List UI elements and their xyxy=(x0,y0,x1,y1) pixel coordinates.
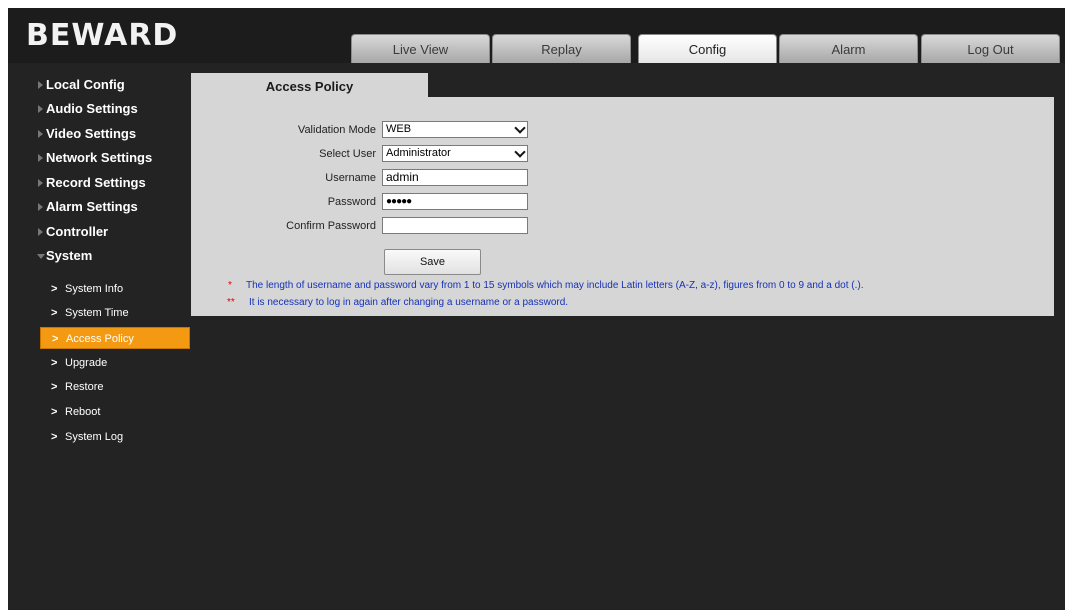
expanded-arrow-icon xyxy=(37,254,45,259)
chevron-down-icon xyxy=(514,146,526,158)
confirm-password-label: Confirm Password xyxy=(286,220,376,232)
sidebar-item-controller[interactable]: Controller xyxy=(8,220,190,244)
sidebar-subitem-label: Access Policy xyxy=(66,333,134,345)
chevron-right-icon: > xyxy=(51,357,58,369)
sidebar-subitem-reboot[interactable]: > Reboot xyxy=(40,401,190,423)
chevron-right-icon: > xyxy=(51,431,58,443)
sidebar-item-label: Controller xyxy=(46,224,109,239)
select-user-select[interactable]: Administrator xyxy=(382,145,528,162)
select-user-value: Administrator xyxy=(386,147,451,159)
note-mark: * xyxy=(228,280,232,291)
sidebar-subitem-label: Upgrade xyxy=(65,357,108,369)
password-input[interactable]: ●●●●● xyxy=(382,193,528,210)
password-label: Password xyxy=(327,196,376,208)
note-text: It is necessary to log in again after ch… xyxy=(249,297,569,308)
chevron-down-icon xyxy=(514,122,526,134)
validation-mode-row: Validation Mode WEB xyxy=(191,120,1054,140)
sidebar-item-video-settings[interactable]: Video Settings xyxy=(8,122,190,146)
confirm-password-row: Confirm Password xyxy=(191,216,1054,236)
chevron-right-icon: > xyxy=(51,381,58,393)
tab-log-out[interactable]: Log Out xyxy=(921,34,1060,63)
validation-mode-select[interactable]: WEB xyxy=(382,121,528,138)
tab-alarm[interactable]: Alarm xyxy=(779,34,918,63)
username-label: Username xyxy=(325,172,376,184)
chevron-right-icon: > xyxy=(51,283,58,295)
sidebar-item-label: Record Settings xyxy=(46,175,146,190)
sidebar-item-record-settings[interactable]: Record Settings xyxy=(8,171,190,195)
sidebar-subitem-access-policy[interactable]: > Access Policy xyxy=(40,327,190,349)
sidebar-item-network-settings[interactable]: Network Settings xyxy=(8,146,190,170)
collapsed-arrow-icon xyxy=(38,154,43,162)
chevron-right-icon: > xyxy=(52,333,59,345)
sidebar-item-label: Network Settings xyxy=(46,150,153,165)
sidebar-item-label: System xyxy=(46,248,93,263)
sidebar-subitem-label: System Info xyxy=(65,283,124,295)
validation-mode-value: WEB xyxy=(386,123,412,135)
sidebar-subitem-label: Reboot xyxy=(65,406,101,418)
tab-replay[interactable]: Replay xyxy=(492,34,631,63)
access-policy-panel: Validation Mode WEB Select User Administ… xyxy=(191,97,1054,316)
note-mark: ** xyxy=(227,297,235,308)
sidebar-subitem-label: Restore xyxy=(65,381,104,393)
brand-logo: BEWARD xyxy=(26,18,179,53)
sidebar-item-audio-settings[interactable]: Audio Settings xyxy=(8,97,190,121)
sidebar-item-label: Alarm Settings xyxy=(46,199,138,214)
collapsed-arrow-icon xyxy=(38,130,43,138)
tab-config[interactable]: Config xyxy=(638,34,777,63)
confirm-password-input[interactable] xyxy=(382,217,528,234)
collapsed-arrow-icon xyxy=(38,203,43,211)
select-user-row: Select User Administrator xyxy=(191,144,1054,164)
app-window: BEWARD Live View Replay Config Alarm Log… xyxy=(8,8,1065,610)
note-text: The length of username and password vary… xyxy=(246,280,864,291)
collapsed-arrow-icon xyxy=(38,105,43,113)
sidebar-subitem-label: System Time xyxy=(65,307,129,319)
note-relogin: ** It is necessary to log in again after… xyxy=(191,296,1054,310)
header-bar: BEWARD Live View Replay Config Alarm Log… xyxy=(8,8,1065,63)
username-row: Username admin xyxy=(191,168,1054,188)
sidebar-item-label: Audio Settings xyxy=(46,101,138,116)
note-length-rule: * The length of username and password va… xyxy=(191,279,1054,293)
sidebar-subitem-restore[interactable]: > Restore xyxy=(40,376,190,398)
sidebar-item-local-config[interactable]: Local Config xyxy=(8,73,190,97)
validation-mode-label: Validation Mode xyxy=(297,124,376,136)
sidebar-subitem-system-info[interactable]: > System Info xyxy=(40,278,190,300)
sidebar-subitem-label: System Log xyxy=(65,431,124,443)
sidebar-subitem-system-time[interactable]: > System Time xyxy=(40,302,190,324)
password-row: Password ●●●●● xyxy=(191,192,1054,212)
collapsed-arrow-icon xyxy=(38,228,43,236)
sidebar-item-system[interactable]: System xyxy=(8,244,190,268)
collapsed-arrow-icon xyxy=(38,179,43,187)
chevron-right-icon: > xyxy=(51,406,58,418)
content-tab-title: Access Policy xyxy=(191,73,428,98)
select-user-label: Select User xyxy=(319,148,376,160)
save-button[interactable]: Save xyxy=(384,249,481,275)
sidebar-subitem-upgrade[interactable]: > Upgrade xyxy=(40,352,190,374)
sidebar-item-label: Local Config xyxy=(46,77,125,92)
chevron-right-icon: > xyxy=(51,307,58,319)
collapsed-arrow-icon xyxy=(38,81,43,89)
sidebar-item-label: Video Settings xyxy=(46,126,137,141)
username-input[interactable]: admin xyxy=(382,169,528,186)
sidebar-subitem-system-log[interactable]: > System Log xyxy=(40,426,190,448)
sidebar-item-alarm-settings[interactable]: Alarm Settings xyxy=(8,195,190,219)
tab-live-view[interactable]: Live View xyxy=(351,34,490,63)
